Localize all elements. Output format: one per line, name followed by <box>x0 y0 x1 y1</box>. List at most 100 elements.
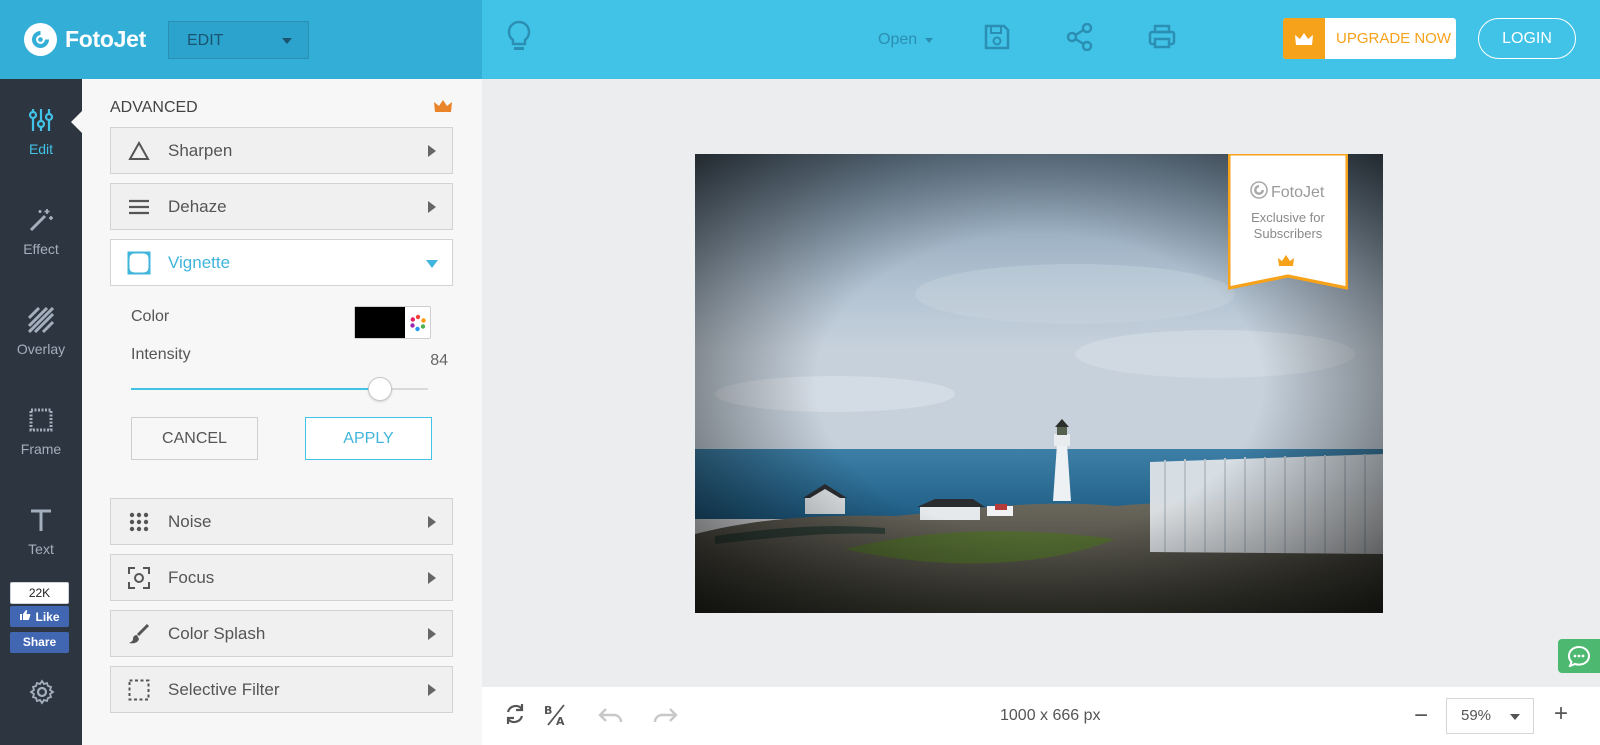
accordion-label: Color Splash <box>168 623 266 643</box>
accordion-label: Focus <box>168 567 215 587</box>
chevron-down-icon <box>282 38 292 44</box>
accordion-label: Selective Filter <box>168 679 280 699</box>
accordion-vignette[interactable]: Vignette <box>110 239 453 286</box>
open-menu[interactable]: Open <box>878 31 934 49</box>
color-swatch <box>355 307 405 338</box>
text-icon <box>28 509 54 536</box>
thumbs-up-icon <box>19 609 31 624</box>
color-picker[interactable] <box>354 306 431 339</box>
accordion-label: Noise <box>168 511 212 531</box>
fotojet-logo-icon <box>1250 181 1268 204</box>
canvas-workspace <box>482 79 1600 687</box>
accordion-label: Sharpen <box>168 140 233 160</box>
lightbulb-icon[interactable] <box>506 20 532 59</box>
zoom-dropdown[interactable]: 59% <box>1446 698 1534 734</box>
accordion-noise[interactable]: Noise <box>110 498 453 545</box>
chevron-right-icon <box>428 516 436 528</box>
mode-dropdown[interactable]: EDIT <box>168 21 309 59</box>
vignette-icon <box>127 251 151 275</box>
rail-item-edit[interactable]: Edit <box>0 107 82 157</box>
rail-item-label: Overlay <box>16 341 66 357</box>
facebook-share-button[interactable]: Share <box>10 632 69 653</box>
intensity-value: 84 <box>430 352 448 369</box>
open-menu-label: Open <box>878 31 918 48</box>
rail-item-label: Edit <box>28 141 54 157</box>
zoom-in-button[interactable]: + <box>1554 700 1568 728</box>
zoom-value: 59% <box>1461 707 1492 724</box>
focus-icon <box>127 566 151 590</box>
facebook-like-button[interactable]: Like <box>10 606 69 627</box>
accordion-selective-filter[interactable]: Selective Filter <box>110 666 453 713</box>
overlay-icon <box>27 306 55 336</box>
cancel-button[interactable]: CANCEL <box>131 417 258 460</box>
dots-grid-icon <box>127 510 151 534</box>
redo-icon[interactable] <box>652 705 678 730</box>
facebook-widget: 22K Like Share <box>10 582 69 653</box>
ribbon-caption: Exclusive for Subscribers <box>1228 210 1348 242</box>
bottom-toolbar: BA 1000 x 666 px − 59% + <box>482 687 1600 745</box>
svg-text:B: B <box>544 704 552 717</box>
reset-icon[interactable] <box>504 703 526 730</box>
ribbon-brand-name: FotoJet <box>1271 183 1325 201</box>
rail-item-label: Text <box>28 541 54 557</box>
rail-item-overlay[interactable]: Overlay <box>0 306 82 357</box>
mode-dropdown-label: EDIT <box>187 32 224 49</box>
apply-button[interactable]: APPLY <box>305 417 432 460</box>
accordion-sharpen[interactable]: Sharpen <box>110 127 453 174</box>
chevron-right-icon <box>428 201 436 213</box>
settings-gear-icon[interactable] <box>29 679 55 710</box>
upgrade-button[interactable]: UPGRADE NOW <box>1283 18 1456 59</box>
brand-logo[interactable]: FotoJet <box>24 23 146 56</box>
crown-icon <box>433 98 453 119</box>
accordion-label: Vignette <box>168 252 231 272</box>
lines-icon <box>127 195 151 219</box>
accordion-dehaze[interactable]: Dehaze <box>110 183 453 230</box>
login-button[interactable]: LOGIN <box>1478 18 1576 59</box>
section-title: ADVANCED <box>110 99 198 116</box>
ribbon-line-2: Subscribers <box>1253 226 1323 241</box>
sliders-icon <box>28 109 54 136</box>
svg-text:A: A <box>556 715 565 727</box>
rail-item-label: Frame <box>20 441 62 457</box>
rail-item-label: Effect <box>23 241 59 257</box>
frame-icon <box>28 408 54 436</box>
palette-icon <box>405 307 430 338</box>
chevron-right-icon <box>428 684 436 696</box>
chevron-down-icon <box>925 37 934 43</box>
chat-support-icon[interactable] <box>1558 639 1600 673</box>
intensity-slider[interactable] <box>131 377 428 401</box>
print-icon[interactable] <box>1147 23 1177 56</box>
accordion-focus[interactable]: Focus <box>110 554 453 601</box>
zoom-out-button[interactable]: − <box>1414 702 1428 730</box>
adjustment-panel: ADVANCED Sharpen Dehaze Vignette Color I… <box>82 79 482 745</box>
brand-name: FotoJet <box>65 26 146 52</box>
ribbon-brand: FotoJet <box>1250 181 1324 204</box>
share-icon[interactable] <box>1066 22 1094 56</box>
selection-icon <box>127 678 151 702</box>
facebook-like-label: Like <box>35 609 60 624</box>
chevron-right-icon <box>428 572 436 584</box>
compare-before-after-icon[interactable]: BA <box>544 703 568 732</box>
chevron-down-icon <box>426 260 438 268</box>
color-label: Color <box>131 308 170 325</box>
chevron-down-icon <box>1510 714 1520 720</box>
slider-fill <box>131 388 380 390</box>
rail-item-effect[interactable]: Effect <box>0 207 82 257</box>
slider-handle[interactable] <box>368 377 392 401</box>
ribbon-line-1: Exclusive for <box>1251 210 1325 225</box>
undo-icon[interactable] <box>598 705 624 730</box>
facebook-like-count: 22K <box>10 582 69 604</box>
chevron-right-icon <box>428 145 436 157</box>
rail-item-text[interactable]: Text <box>0 507 82 557</box>
accordion-label: Dehaze <box>168 196 227 216</box>
rail-item-frame[interactable]: Frame <box>0 407 82 457</box>
brush-icon <box>127 622 151 646</box>
crown-icon <box>1283 18 1325 59</box>
fotojet-logo-icon <box>24 23 57 56</box>
accordion-color-splash[interactable]: Color Splash <box>110 610 453 657</box>
save-icon[interactable] <box>983 23 1011 56</box>
header-left: FotoJet EDIT <box>0 0 482 79</box>
upgrade-label: UPGRADE NOW <box>1336 30 1452 47</box>
intensity-label: Intensity <box>131 346 191 363</box>
image-dimensions: 1000 x 666 px <box>1000 707 1101 724</box>
